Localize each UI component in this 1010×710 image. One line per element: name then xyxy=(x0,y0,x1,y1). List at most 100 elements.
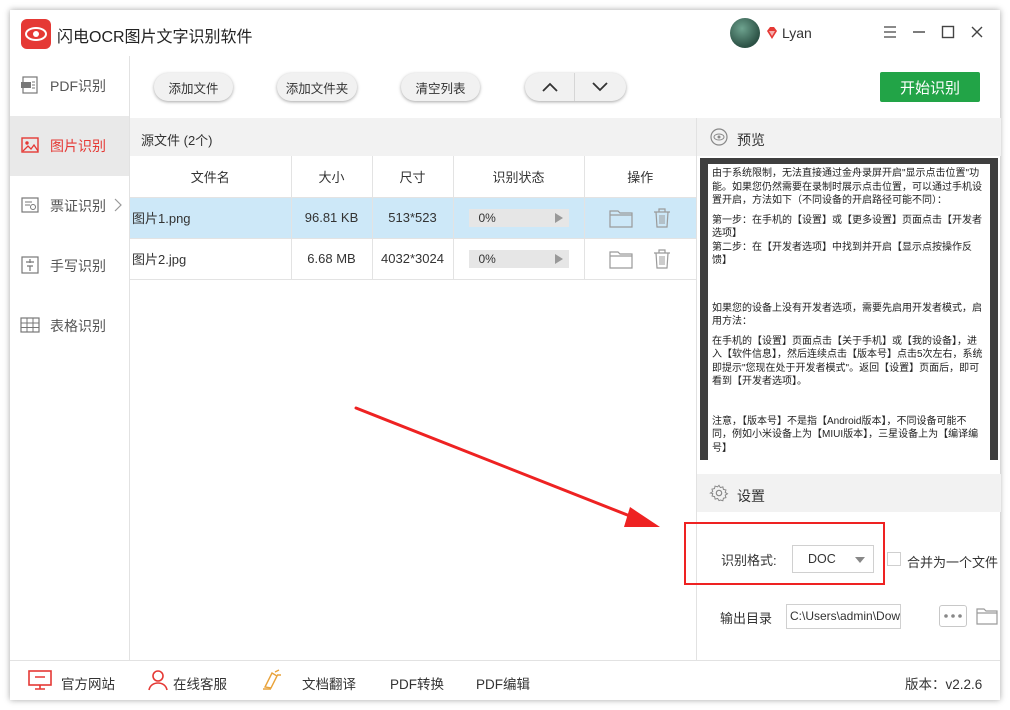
column-header-name: 文件名 xyxy=(130,156,292,198)
ticket-icon xyxy=(21,197,39,213)
settings-header: 设置 xyxy=(697,474,1001,512)
pdf-convert-link[interactable]: PDF转换 xyxy=(390,673,444,693)
right-panel: 预览 由于系统限制，无法直接通过金舟录屏开启"显示点击位置"功能。如果您仍然需要… xyxy=(684,118,1001,660)
source-files-title: 源文件 (2个) xyxy=(141,133,213,148)
maximize-icon[interactable] xyxy=(938,22,958,42)
app-title: 闪电OCR图片文字识别软件 xyxy=(57,29,253,46)
file-status: 0% xyxy=(453,238,585,280)
sidebar-item-pdf[interactable]: PDF识别 xyxy=(10,56,129,116)
eye-icon xyxy=(710,128,728,146)
progress-bar: 0% xyxy=(468,249,569,268)
clear-list-button[interactable]: 清空列表 xyxy=(401,73,480,101)
sidebar-item-handwriting[interactable]: 手写识别 xyxy=(10,236,129,296)
move-down-button[interactable] xyxy=(575,73,625,101)
delete-icon[interactable] xyxy=(653,207,671,228)
open-folder-icon[interactable] xyxy=(609,249,633,269)
caret-down-icon xyxy=(855,557,865,563)
browse-button[interactable] xyxy=(939,605,967,627)
sidebar-item-label: PDF识别 xyxy=(50,78,106,94)
title-bar: 闪电OCR图片文字识别软件 Lyan xyxy=(10,10,1000,56)
output-dir-field[interactable]: C:\Users\admin\Downlo xyxy=(786,604,901,629)
preview-paragraph: 在手机的【设置】页面点击【关于手机】或【我的设备】，进入【软件信息】，然后连续点… xyxy=(712,335,983,388)
more-dots-icon xyxy=(944,614,962,618)
move-up-button[interactable] xyxy=(525,73,575,101)
file-actions xyxy=(584,197,696,239)
close-icon[interactable] xyxy=(967,22,987,42)
image-icon xyxy=(21,137,39,153)
app-window: 闪电OCR图片文字识别软件 Lyan PDF识别 图片识别 票证识别 手写识别 … xyxy=(10,10,1001,700)
handwriting-icon xyxy=(21,256,39,274)
play-icon[interactable] xyxy=(554,212,563,223)
output-dir-label: 输出目录 xyxy=(720,611,773,626)
preview-title: 预览 xyxy=(737,132,765,148)
format-select[interactable]: DOC xyxy=(792,545,874,573)
table-row[interactable]: 图片2.jpg 6.68 MB 4032*3024 0% xyxy=(130,238,696,280)
preview-paragraph: 第二步：在【开发者选项】中找到并开启【显示点按操作反馈】 xyxy=(712,241,972,267)
monitor-icon xyxy=(28,670,52,690)
format-label: 识别格式: xyxy=(721,553,777,568)
official-website-link[interactable]: 官方网站 xyxy=(61,673,115,693)
preview-header: 预览 xyxy=(697,118,1001,156)
source-files-bar: 源文件 (2个) xyxy=(130,118,696,156)
bottom-bar: 官方网站 在线客服 文档翻译 PDF转换 PDF编辑 版本：v2.2.6 xyxy=(10,660,1000,700)
online-support-link[interactable]: 在线客服 xyxy=(173,673,227,693)
file-name: 图片2.jpg xyxy=(130,238,292,280)
file-dimensions: 513*523 xyxy=(372,197,454,239)
file-actions xyxy=(584,238,696,280)
play-icon[interactable] xyxy=(554,253,563,264)
file-dimensions: 4032*3024 xyxy=(372,238,454,280)
preview-image: 由于系统限制，无法直接通过金舟录屏开启"显示点击位置"功能。如果您仍然需要在录制… xyxy=(700,158,998,460)
add-file-button[interactable]: 添加文件 xyxy=(154,73,233,101)
delete-icon[interactable] xyxy=(653,248,671,269)
table-icon xyxy=(20,317,40,333)
translate-icon xyxy=(263,669,281,690)
sidebar-item-table[interactable]: 表格识别 xyxy=(10,296,129,356)
document-translate-link[interactable]: 文档翻译 xyxy=(302,673,356,693)
sidebar-item-ticket[interactable]: 票证识别 xyxy=(10,176,129,236)
chevron-up-icon xyxy=(541,82,558,92)
version-label: 版本：v2.2.6 xyxy=(905,677,983,692)
file-status: 0% xyxy=(453,197,585,239)
pdf-edit-link[interactable]: PDF编辑 xyxy=(476,673,530,693)
minimize-icon[interactable] xyxy=(909,22,929,42)
customer-service-icon xyxy=(148,670,168,691)
chevron-right-icon xyxy=(114,198,122,212)
app-logo-icon xyxy=(21,19,51,49)
table-row[interactable]: 图片1.png 96.81 KB 513*523 0% xyxy=(130,197,696,239)
user-avatar[interactable] xyxy=(730,18,760,48)
settings-title: 设置 xyxy=(737,488,765,504)
preview-content: 由于系统限制，无法直接通过金舟录屏开启"显示点击位置"功能。如果您仍然需要在录制… xyxy=(708,164,990,460)
pdf-icon xyxy=(21,76,38,94)
move-buttons xyxy=(525,73,626,101)
add-folder-button[interactable]: 添加文件夹 xyxy=(277,73,357,101)
merge-checkbox[interactable] xyxy=(887,552,901,566)
menu-icon[interactable] xyxy=(880,22,900,42)
gear-icon xyxy=(709,484,729,502)
file-list-panel: 源文件 (2个) 文件名 大小 尺寸 识别状态 操作 图片1.png 96.81… xyxy=(130,118,696,660)
progress-bar: 0% xyxy=(468,208,569,227)
chevron-down-icon xyxy=(592,82,608,92)
table-header-row: 文件名 大小 尺寸 识别状态 操作 xyxy=(130,156,696,198)
sidebar-item-label: 手写识别 xyxy=(50,258,106,274)
column-header-dimensions: 尺寸 xyxy=(372,156,454,198)
sidebar-item-image[interactable]: 图片识别 xyxy=(10,116,129,176)
preview-paragraph: 如果您的设备上没有开发者选项，需要先启用开发者模式，启用方法： xyxy=(712,302,982,328)
start-recognition-button[interactable]: 开始识别 xyxy=(880,72,980,102)
progress-text: 0% xyxy=(478,210,496,225)
sidebar-item-label: 图片识别 xyxy=(50,138,106,154)
column-header-actions: 操作 xyxy=(584,156,696,198)
file-size: 6.68 MB xyxy=(291,238,373,280)
sidebar-item-label: 表格识别 xyxy=(50,318,106,334)
toolbar: 添加文件 添加文件夹 清空列表 开始识别 xyxy=(130,56,1000,118)
open-folder-icon[interactable] xyxy=(609,208,633,228)
column-header-size: 大小 xyxy=(291,156,373,198)
file-size: 96.81 KB xyxy=(291,197,373,239)
sidebar: PDF识别 图片识别 票证识别 手写识别 表格识别 xyxy=(10,56,130,660)
username[interactable]: Lyan xyxy=(782,25,812,41)
progress-text: 0% xyxy=(478,251,496,266)
vip-diamond-icon xyxy=(767,27,777,39)
open-output-folder-icon[interactable] xyxy=(976,605,998,627)
sidebar-item-label: 票证识别 xyxy=(50,198,106,214)
preview-paragraph: 注意，【版本号】不是指【Android版本】，不同设备可能不同，例如小米设备上为… xyxy=(712,415,979,454)
format-select-value: DOC xyxy=(808,552,836,566)
